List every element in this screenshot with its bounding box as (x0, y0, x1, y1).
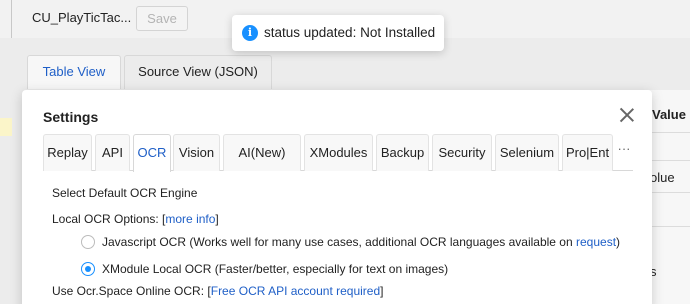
dialog-title: Settings (43, 109, 99, 125)
tab-selenium[interactable]: Selenium (495, 134, 559, 171)
tab-source-view[interactable]: Source View (JSON) (124, 55, 272, 89)
tab-ai-new[interactable]: AI(New) (223, 134, 301, 171)
more-tabs-icon[interactable]: ··· (615, 134, 633, 171)
tab-pro-ent[interactable]: Pro|Ent (562, 134, 613, 171)
macro-name[interactable]: CU_PlayTicTac... (32, 10, 131, 25)
bracket-close: ] (380, 284, 384, 298)
tab-backup[interactable]: Backup (376, 134, 429, 171)
javascript-ocr-radio[interactable] (81, 235, 95, 249)
free-ocr-api-link[interactable]: Free OCR API account required (211, 284, 380, 298)
javascript-ocr-text: Javascript OCR (Works well for many use … (102, 235, 576, 249)
tab-replay[interactable]: Replay (43, 134, 92, 171)
tab-api[interactable]: API (95, 134, 130, 171)
close-icon[interactable] (618, 106, 636, 124)
value-column-header: Value (652, 107, 686, 122)
more-info-link[interactable]: more info (165, 212, 215, 226)
paren-close: ) (616, 235, 621, 249)
local-ocr-options-label: Local OCR Options: [more info] (52, 212, 219, 226)
local-ocr-label-text: Local OCR Options: [ (52, 212, 166, 226)
request-link[interactable]: request (576, 235, 616, 249)
tab-vision[interactable]: Vision (173, 134, 220, 171)
javascript-ocr-label[interactable]: Javascript OCR (Works well for many use … (102, 235, 620, 249)
table-cell[interactable]: olue (650, 170, 675, 185)
save-button[interactable]: Save (136, 6, 188, 31)
online-ocr-label: Use Ocr.Space Online OCR: [Free OCR API … (52, 284, 384, 298)
info-icon: i (242, 25, 258, 41)
settings-dialog: Settings Replay API OCR Vision AI(New) X… (22, 90, 652, 304)
tab-table-view[interactable]: Table View (27, 55, 121, 89)
tab-ocr[interactable]: OCR (133, 134, 171, 172)
online-ocr-label-text: Use Ocr.Space Online OCR: [ (52, 284, 211, 298)
toast-message: status updated: Not Installed (264, 25, 436, 40)
bracket-close: ] (215, 212, 219, 226)
select-engine-label: Select Default OCR Engine (52, 186, 198, 200)
status-toast: i status updated: Not Installed (232, 15, 444, 51)
settings-tabbar: Replay API OCR Vision AI(New) XModules B… (43, 134, 633, 172)
xmodule-ocr-label[interactable]: XModule Local OCR (Faster/better, especi… (102, 262, 448, 276)
highlighted-row-edge (0, 118, 12, 136)
sidebar-edge (0, 0, 12, 38)
tab-xmodules[interactable]: XModules (304, 134, 373, 171)
tab-security[interactable]: Security (432, 134, 492, 171)
xmodule-ocr-radio[interactable] (81, 262, 95, 276)
